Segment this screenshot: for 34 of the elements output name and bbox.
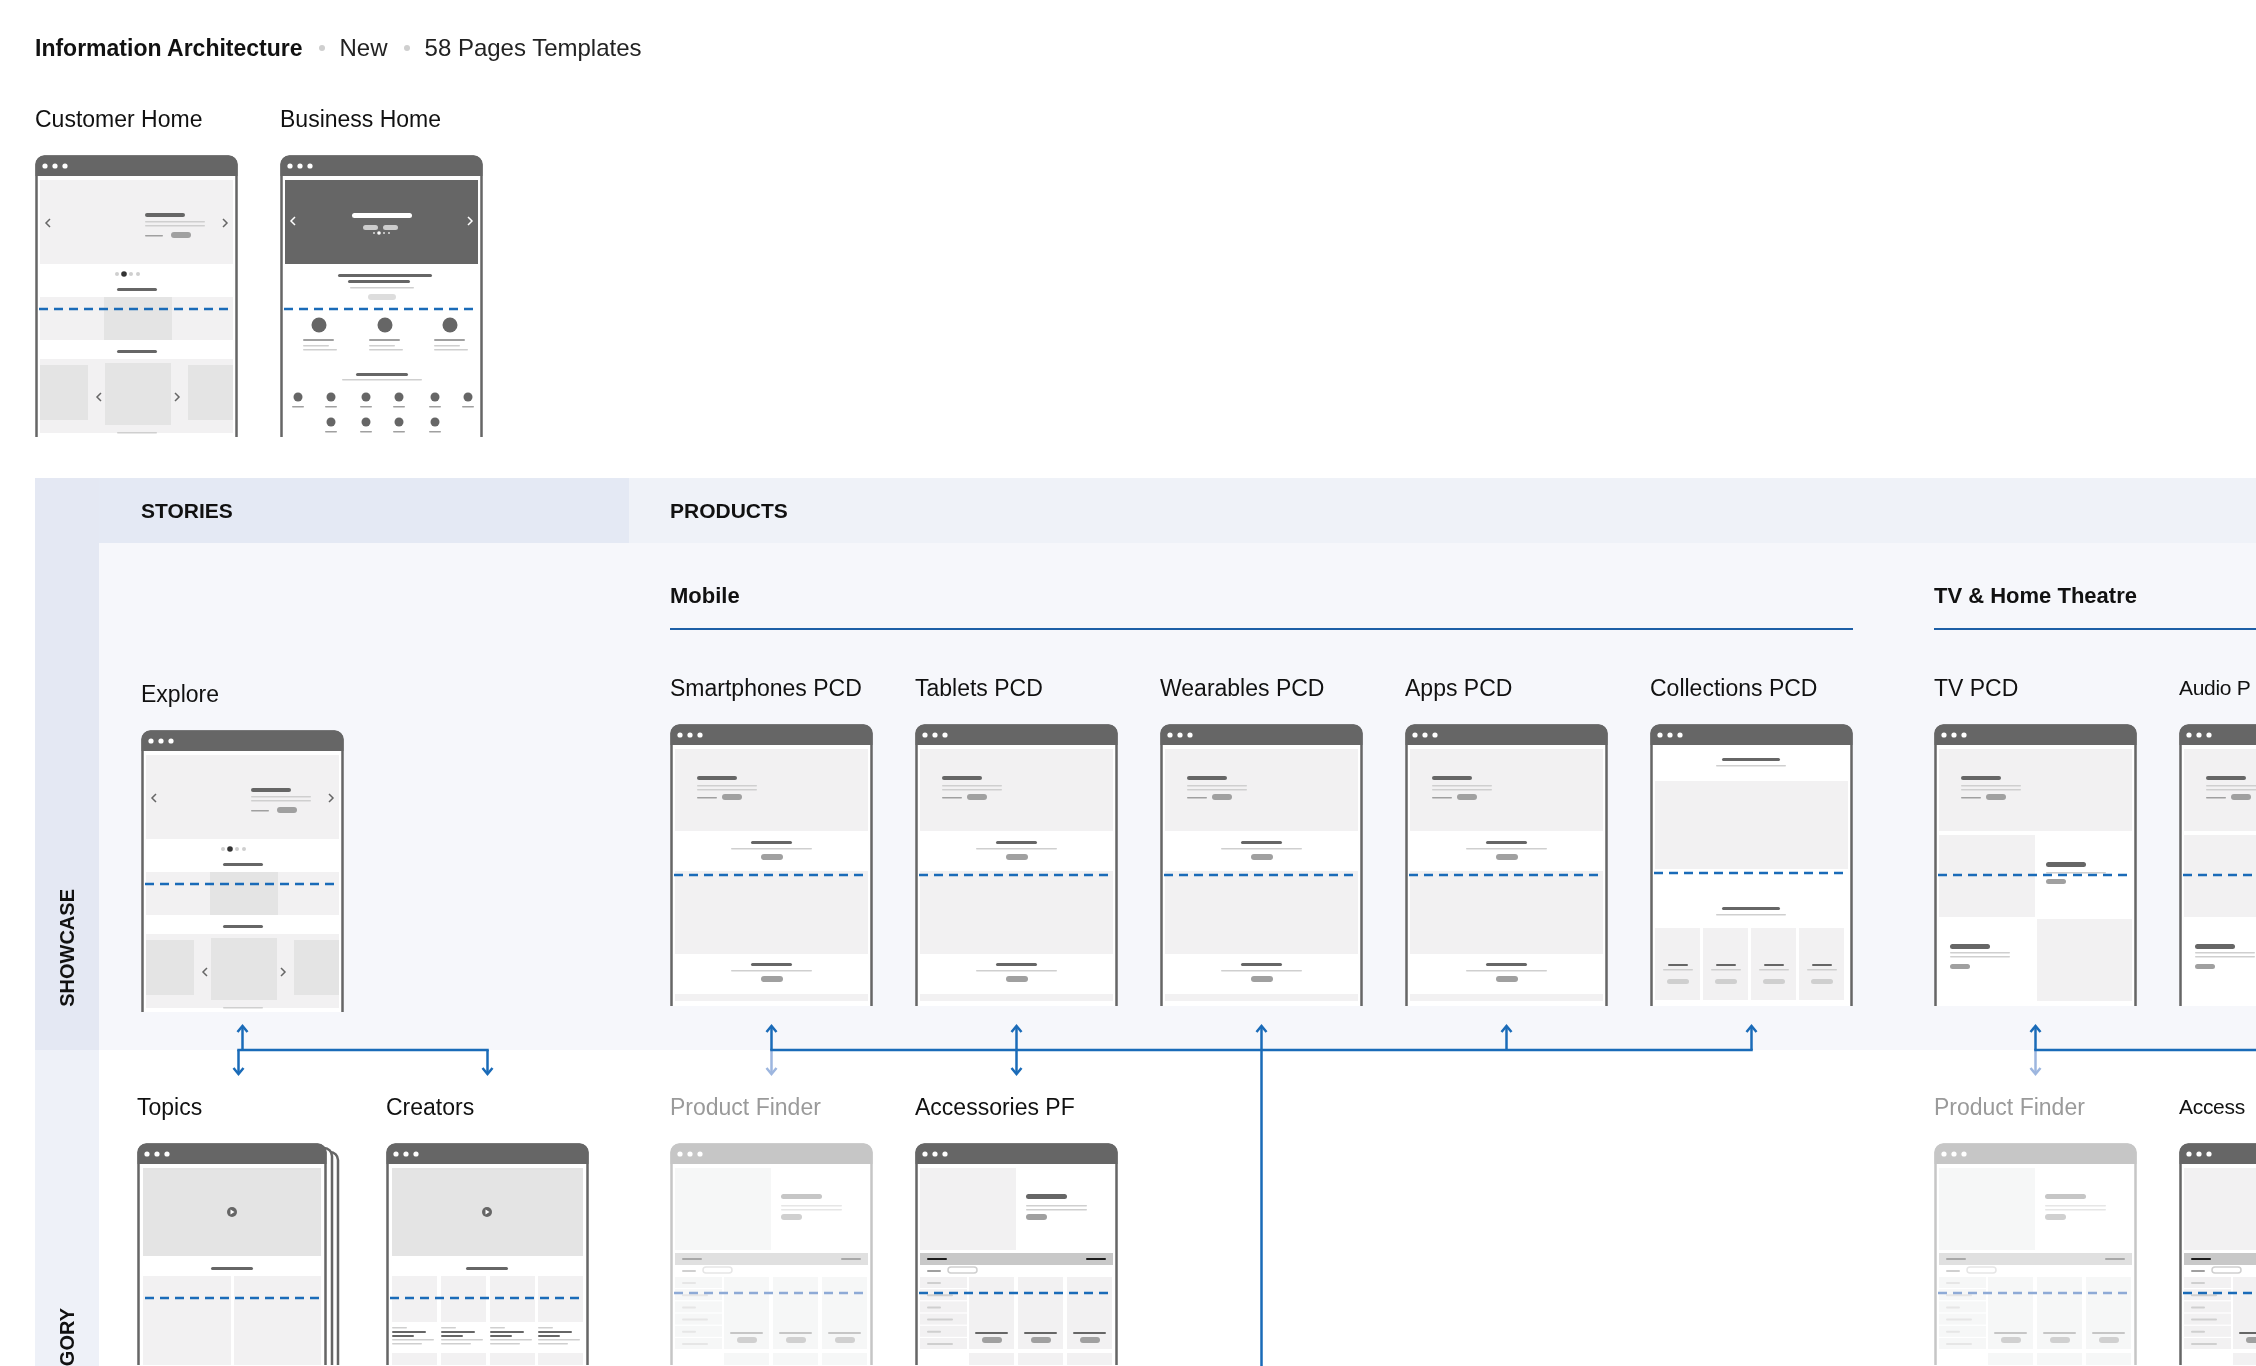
- page-title: Explore: [141, 680, 220, 708]
- header-meta: New: [339, 34, 388, 62]
- page-title: Creators: [386, 1093, 476, 1121]
- page-title: Product Finder: [1934, 1093, 2086, 1121]
- separator-dot: [318, 45, 325, 51]
- column-header: STORIES: [99, 478, 629, 543]
- page-title: Accessories PF: [915, 1093, 1076, 1121]
- connector-arrow: [1745, 1024, 1758, 1050]
- page-title: Audio P: [2179, 675, 2252, 701]
- page-title: Apps PCD: [1405, 674, 1514, 702]
- connector-arrow: [1500, 1024, 1513, 1050]
- connector-arrow: [236, 1024, 249, 1050]
- page-title: Product Finder: [670, 1093, 822, 1121]
- connector-arrow: [765, 1024, 778, 1050]
- connector-arrow: [1010, 1024, 1023, 1050]
- page-title: Wearables PCD: [1160, 674, 1326, 702]
- row-heading: GORY: [55, 1307, 79, 1366]
- page-title: Customer Home: [35, 105, 204, 133]
- header-meta: 58 Pages Templates: [424, 34, 642, 62]
- page-title: Access: [2179, 1094, 2246, 1120]
- page-title: Information Architecture: [35, 34, 303, 62]
- page-title: Tablets PCD: [915, 674, 1044, 702]
- row-heading: SHOWCASE: [55, 889, 79, 1007]
- group-heading: TV & Home Theatre: [1934, 543, 2256, 630]
- group-heading: Mobile: [670, 543, 1853, 630]
- page-title: Smartphones PCD: [670, 674, 863, 702]
- page-title: TV PCD: [1934, 674, 2020, 702]
- separator-dot: [403, 45, 410, 51]
- column-header: PRODUCTS: [629, 478, 2256, 543]
- connector-arrow: [1255, 1024, 1268, 1050]
- page-title: Topics: [137, 1093, 204, 1121]
- page-title: Business Home: [280, 105, 443, 133]
- page-title: Collections PCD: [1650, 674, 1819, 702]
- connector-arrow: [2029, 1024, 2042, 1050]
